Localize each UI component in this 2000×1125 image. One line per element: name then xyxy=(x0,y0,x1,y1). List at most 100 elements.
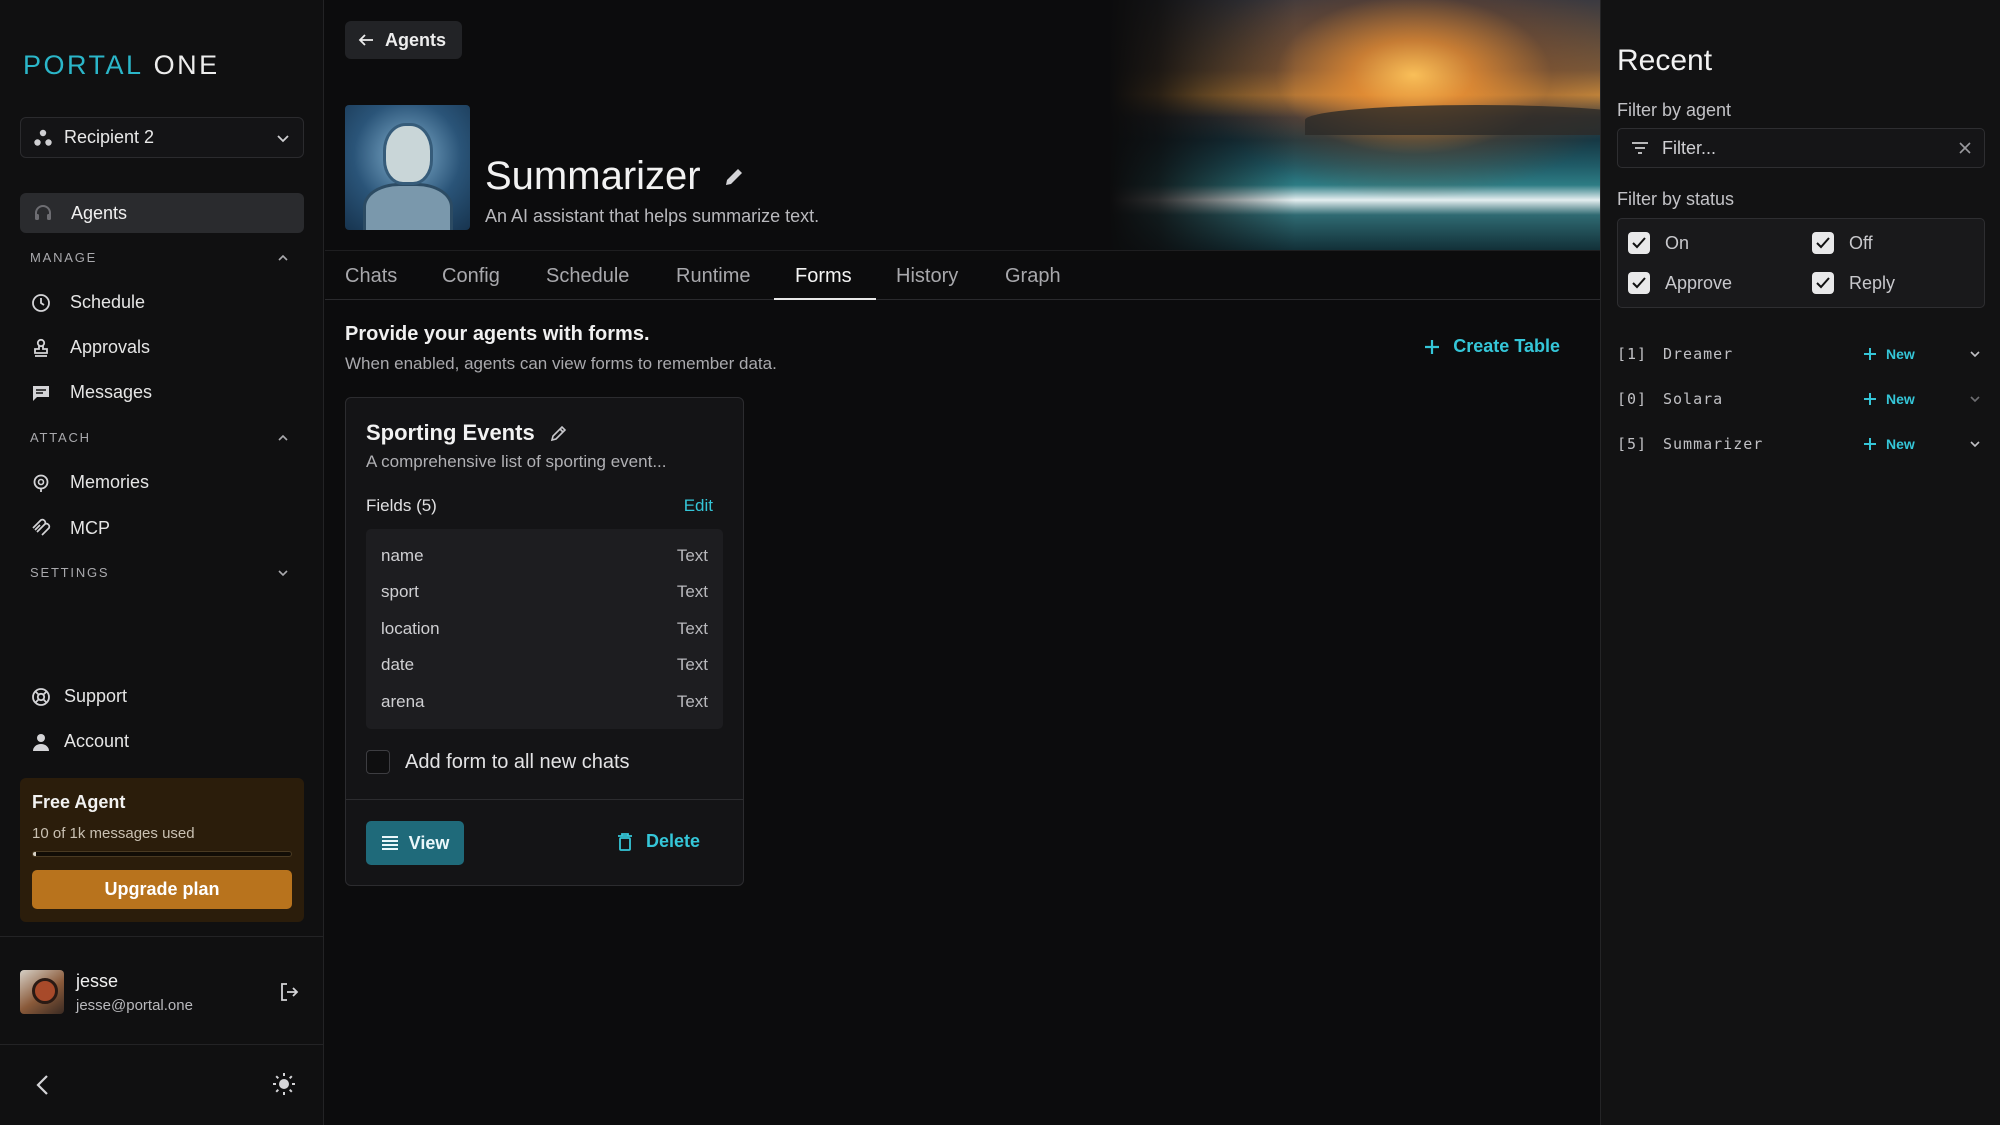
tab-chats[interactable]: Chats xyxy=(345,265,397,288)
status-reply-checkbox[interactable]: Reply xyxy=(1812,272,1895,294)
app-logo[interactable]: PORTAL ONE xyxy=(23,50,220,81)
form-title: Sporting Events xyxy=(366,420,569,446)
recipient-label: Recipient 2 xyxy=(64,127,155,147)
stamp-icon xyxy=(30,338,52,358)
checkmark-icon xyxy=(1628,272,1650,294)
plan-title: Free Agent xyxy=(32,792,126,812)
status-on-checkbox[interactable]: On xyxy=(1628,232,1689,254)
field-row: sport Text xyxy=(381,582,708,601)
form-description: A comprehensive list of sporting event..… xyxy=(366,452,667,471)
tab-history[interactable]: History xyxy=(896,265,958,288)
checkmark-icon xyxy=(1628,232,1650,254)
chevron-down-icon[interactable] xyxy=(1969,438,1981,450)
checkbox[interactable] xyxy=(366,750,390,774)
chevron-down-icon[interactable] xyxy=(1969,348,1981,360)
pencil-outline-icon[interactable] xyxy=(549,423,569,443)
tab-runtime[interactable]: Runtime xyxy=(676,265,750,288)
field-row: date Text xyxy=(381,655,708,674)
create-table-button[interactable]: Create Table xyxy=(1423,336,1560,357)
plus-icon xyxy=(1863,392,1877,406)
agent-avatar-image xyxy=(345,105,470,230)
filter-agent-label: Filter by agent xyxy=(1617,100,1732,120)
new-chat-button[interactable]: New xyxy=(1863,391,1915,407)
recipient-select[interactable]: Recipient 2 xyxy=(20,117,304,158)
plan-usage: 10 of 1k messages used xyxy=(32,825,195,842)
sidebar-item-memories[interactable]: Memories xyxy=(30,472,149,493)
checkmark-icon xyxy=(1812,272,1834,294)
headset-icon xyxy=(32,202,54,224)
user-icon xyxy=(30,732,52,752)
fields-list: name Text sport Text location Text date Text… xyxy=(366,529,723,729)
field-row: arena Text xyxy=(381,692,708,711)
sidebar-item-mcp[interactable]: MCP xyxy=(30,517,110,539)
agent-title: Summarizer xyxy=(485,154,745,199)
sidebar-item-messages[interactable]: Messages xyxy=(30,382,152,403)
list-icon xyxy=(381,835,399,851)
pencil-icon[interactable] xyxy=(723,166,745,188)
section-settings[interactable]: SETTINGS xyxy=(30,565,290,580)
view-form-button[interactable]: View xyxy=(366,821,464,865)
section-attach[interactable]: ATTACH xyxy=(30,430,290,445)
group-icon xyxy=(33,128,53,148)
fields-label: Fields (5) xyxy=(366,496,437,515)
delete-form-button[interactable]: Delete xyxy=(616,831,700,852)
divider xyxy=(0,1044,324,1045)
chevron-down-icon xyxy=(276,566,290,580)
sidebar-item-approvals[interactable]: Approvals xyxy=(30,337,150,358)
plus-icon xyxy=(1863,347,1877,361)
forms-heading: Provide your agents with forms. xyxy=(345,323,650,345)
brain-icon xyxy=(30,473,52,493)
chevron-down-icon xyxy=(275,130,291,146)
agent-description: An AI assistant that helps summarize tex… xyxy=(485,206,820,226)
clear-icon[interactable] xyxy=(1958,141,1972,155)
status-approve-checkbox[interactable]: Approve xyxy=(1628,272,1732,294)
logout-icon[interactable] xyxy=(278,981,300,1003)
plan-card: Free Agent 10 of 1k messages used Upgrad… xyxy=(20,778,304,922)
recent-agent-row[interactable]: [0] Solara New xyxy=(1617,390,1985,408)
sidebar-item-label: Agents xyxy=(71,202,128,223)
status-off-checkbox[interactable]: Off xyxy=(1812,232,1873,254)
new-chat-button[interactable]: New xyxy=(1863,346,1915,362)
sidebar-item-schedule[interactable]: Schedule xyxy=(30,292,145,313)
tab-bar: Chats Config Schedule Runtime Forms Hist… xyxy=(325,250,1600,300)
forms-subheading: When enabled, agents can view forms to r… xyxy=(345,354,777,373)
sidebar-item-agents[interactable]: Agents xyxy=(20,193,304,233)
hero-banner-image xyxy=(1109,0,1600,250)
plus-icon xyxy=(1423,338,1441,356)
status-filters: On Off Approve Reply xyxy=(1617,218,1985,308)
new-chat-button[interactable]: New xyxy=(1863,436,1915,452)
plus-icon xyxy=(1863,437,1877,451)
mcp-icon xyxy=(30,517,52,539)
lifebuoy-icon xyxy=(30,687,52,707)
sun-icon[interactable] xyxy=(272,1072,296,1096)
tab-config[interactable]: Config xyxy=(442,265,500,288)
usage-progress-bar xyxy=(32,851,292,857)
sidebar-item-account[interactable]: Account xyxy=(30,731,129,752)
tab-graph[interactable]: Graph xyxy=(1005,265,1061,288)
add-form-to-chats-checkbox[interactable]: Add form to all new chats xyxy=(366,750,630,774)
clock-icon xyxy=(30,293,52,313)
tab-schedule[interactable]: Schedule xyxy=(546,265,629,288)
avatar xyxy=(20,970,64,1014)
upgrade-plan-button[interactable]: Upgrade plan xyxy=(32,870,292,909)
recent-title: Recent xyxy=(1617,44,1713,77)
usage-progress-fill xyxy=(33,852,36,856)
recent-agent-row[interactable]: [1] Dreamer New xyxy=(1617,345,1985,363)
field-row: name Text xyxy=(381,546,708,565)
chevron-down-icon[interactable] xyxy=(1969,393,1981,405)
user-profile[interactable]: jesse jesse@portal.one xyxy=(20,970,300,1014)
edit-fields-link[interactable]: Edit xyxy=(684,496,713,516)
collapse-sidebar-icon[interactable] xyxy=(32,1072,54,1098)
sidebar-item-support[interactable]: Support xyxy=(30,686,127,707)
tab-forms[interactable]: Forms xyxy=(795,265,852,288)
agent-filter-input[interactable]: Filter... xyxy=(1617,128,1985,168)
chevron-up-icon xyxy=(276,431,290,445)
back-to-agents-button[interactable]: Agents xyxy=(345,21,463,59)
section-manage[interactable]: MANAGE xyxy=(30,250,290,265)
field-row: location Text xyxy=(381,619,708,638)
checkmark-icon xyxy=(1812,232,1834,254)
recent-agent-row[interactable]: [5] Summarizer New xyxy=(1617,435,1985,453)
user-name: jesse xyxy=(76,970,119,991)
active-tab-indicator xyxy=(774,298,876,300)
arrow-left-icon xyxy=(357,31,375,49)
